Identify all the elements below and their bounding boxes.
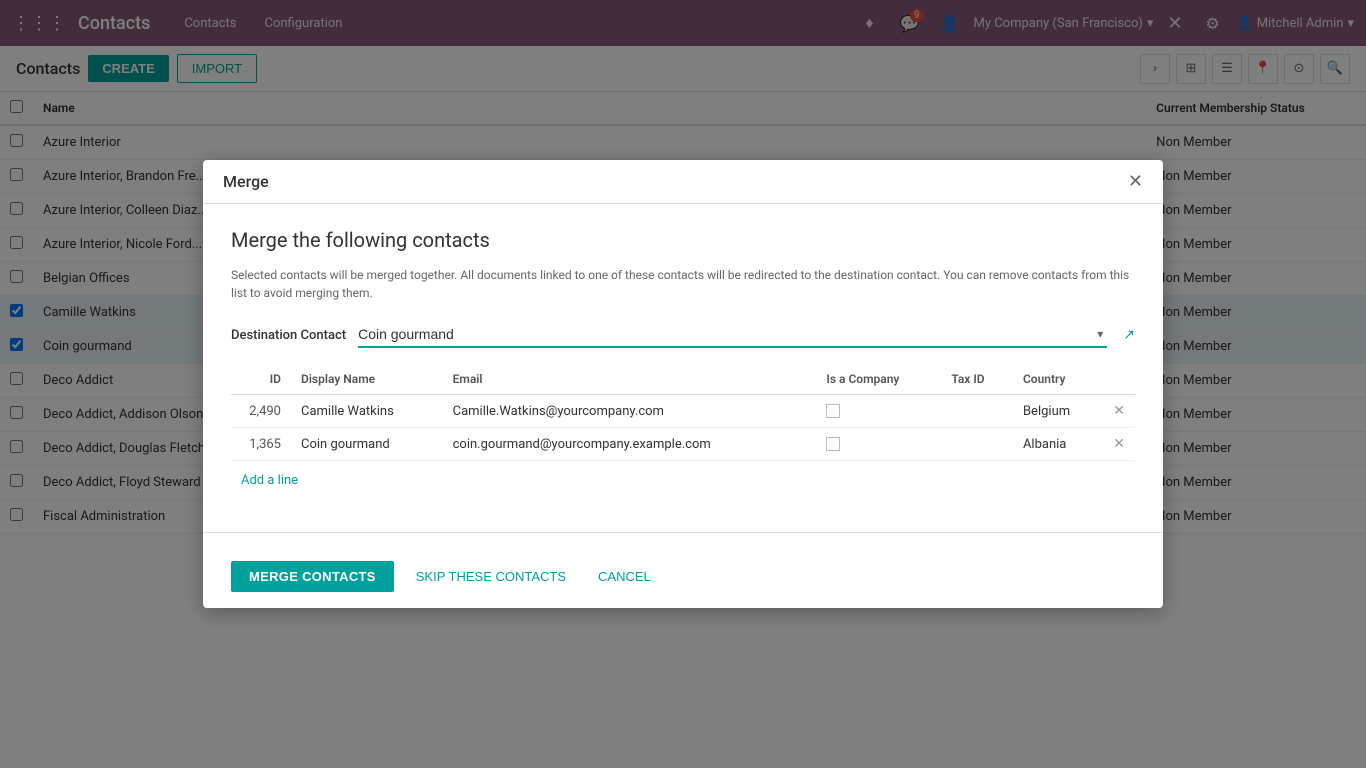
merge-table-row: 2,490 Camille Watkins Camille.Watkins@yo… — [231, 395, 1135, 428]
remove-row-button[interactable]: ✕ — [1103, 428, 1135, 461]
cell-tax-id — [941, 428, 1013, 461]
external-link-icon[interactable]: ↗ — [1123, 327, 1135, 343]
cell-country: Albania — [1013, 428, 1103, 461]
cell-tax-id — [941, 395, 1013, 428]
col-email: Email — [443, 364, 817, 395]
merge-modal: Merge ✕ Merge the following contacts Sel… — [203, 160, 1163, 608]
modal-header: Merge ✕ — [203, 160, 1163, 204]
modal-heading: Merge the following contacts — [231, 228, 1135, 252]
col-id: ID — [231, 364, 291, 395]
modal-divider — [203, 532, 1163, 533]
cancel-button[interactable]: CANCEL — [588, 561, 661, 592]
modal-close-btn[interactable]: ✕ — [1128, 173, 1143, 191]
cell-display-name: Coin gourmand — [291, 428, 443, 461]
col-remove — [1103, 364, 1135, 395]
col-display-name: Display Name — [291, 364, 443, 395]
cell-country: Belgium — [1013, 395, 1103, 428]
modal-description: Selected contacts will be merged togethe… — [231, 266, 1135, 302]
cell-is-company — [816, 428, 941, 461]
merge-contacts-button[interactable]: MERGE CONTACTS — [231, 561, 394, 592]
cell-email: Camille.Watkins@yourcompany.com — [443, 395, 817, 428]
cell-display-name: Camille Watkins — [291, 395, 443, 428]
add-line-button[interactable]: Add a line — [231, 469, 308, 492]
dropdown-chevron-icon[interactable]: ▾ — [1093, 327, 1107, 341]
modal-title: Merge — [223, 172, 269, 191]
col-tax-id: Tax ID — [941, 364, 1013, 395]
cell-id: 2,490 — [231, 395, 291, 428]
merge-contacts-table: ID Display Name Email Is a Company Tax I… — [231, 364, 1135, 461]
col-is-company: Is a Company — [816, 364, 941, 395]
destination-select-wrap: Coin gourmand ▾ — [358, 322, 1107, 348]
merge-table-row: 1,365 Coin gourmand coin.gourmand@yourco… — [231, 428, 1135, 461]
remove-row-button[interactable]: ✕ — [1103, 395, 1135, 428]
modal-body: Merge the following contacts Selected co… — [203, 204, 1163, 516]
modal-footer: MERGE CONTACTS SKIP THESE CONTACTS CANCE… — [203, 549, 1163, 608]
cell-is-company — [816, 395, 941, 428]
cell-email: coin.gourmand@yourcompany.example.com — [443, 428, 817, 461]
skip-contacts-button[interactable]: SKIP THESE CONTACTS — [406, 561, 576, 592]
destination-contact-row: Destination Contact Coin gourmand ▾ ↗ — [231, 322, 1135, 348]
modal-overlay: Merge ✕ Merge the following contacts Sel… — [0, 0, 1366, 768]
col-country: Country — [1013, 364, 1103, 395]
destination-select[interactable]: Coin gourmand — [358, 322, 1093, 346]
destination-label: Destination Contact — [231, 328, 346, 343]
cell-id: 1,365 — [231, 428, 291, 461]
